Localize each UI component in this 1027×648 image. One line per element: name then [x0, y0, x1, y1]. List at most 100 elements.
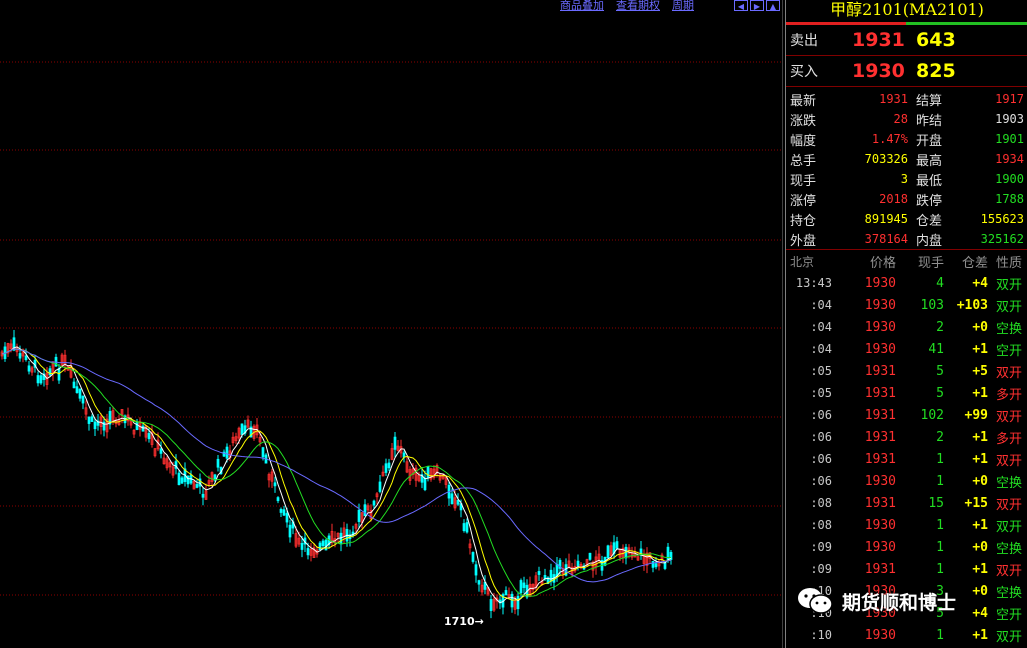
- tick-oi-change: +5: [972, 363, 988, 379]
- stat-key: 跌停: [916, 193, 943, 209]
- candle-body: [81, 395, 85, 404]
- stat-key: 涨停: [790, 193, 817, 209]
- tick-oi-change: +103: [956, 297, 988, 313]
- tick-row[interactable]: :08 1931 15 +15 双开: [786, 492, 1027, 514]
- stat-value: 1901: [995, 132, 1024, 146]
- tick-row[interactable]: :05 1931 5 +1 多开: [786, 382, 1027, 404]
- candlestick-chart[interactable]: [0, 0, 783, 648]
- candle-body: [195, 484, 199, 488]
- tick-nature: 空开: [995, 343, 1022, 359]
- candle-body: [24, 355, 28, 361]
- tick-nature: 双开: [995, 563, 1022, 579]
- candle-body: [450, 493, 454, 505]
- sell-quote-row[interactable]: 卖出 1931 643: [786, 25, 1027, 56]
- stats-row: 涨停 2018 跌停 1788: [786, 189, 1027, 209]
- candle-body: [288, 524, 292, 538]
- tick-row[interactable]: :04 1930 2 +0 空换: [786, 316, 1027, 338]
- tick-volume: 1: [936, 561, 944, 577]
- stat-key: 昨结: [916, 113, 943, 129]
- tick-row[interactable]: :09 1930 1 +0 空换: [786, 536, 1027, 558]
- buy-quote-row[interactable]: 买入 1930 825: [786, 56, 1027, 87]
- tick-row[interactable]: :08 1930 1 +1 双开: [786, 514, 1027, 536]
- candle-body: [465, 522, 469, 533]
- kline-chart-area[interactable]: 商品叠加 查看期权 周期 ◀ ▶ ▲ 1710→: [0, 0, 783, 648]
- tick-row[interactable]: :09 1931 1 +1 双开: [786, 558, 1027, 580]
- candle-body: [522, 582, 526, 588]
- tick-price: 1931: [864, 363, 896, 379]
- tick-price: 1931: [864, 451, 896, 467]
- candle-body: [300, 543, 304, 550]
- candle-body: [282, 509, 286, 516]
- stat-key: 最低: [916, 173, 943, 189]
- header-oi: 仓差: [961, 255, 988, 271]
- stats-row: 外盘 378164 内盘 325162: [786, 229, 1027, 249]
- overlay-commodity-link[interactable]: 商品叠加: [560, 0, 604, 13]
- tick-row[interactable]: :06 1930 1 +0 空换: [786, 470, 1027, 492]
- tick-row[interactable]: :06 1931 2 +1 多开: [786, 426, 1027, 448]
- stats-table: 最新 1931 结算 1917 涨跌 28 昨结 1903 幅度 1.47% 开盘 1901 总手 703…: [786, 87, 1027, 250]
- candle-body: [159, 448, 163, 454]
- tick-price: 1931: [864, 561, 896, 577]
- ma-line-green: [1, 348, 672, 597]
- view-options-link[interactable]: 查看期权: [616, 0, 660, 13]
- tick-row[interactable]: :06 1931 1 +1 双开: [786, 448, 1027, 470]
- tick-volume: 5: [936, 385, 944, 401]
- stat-value: 155623: [980, 212, 1024, 226]
- stats-row: 涨跌 28 昨结 1903: [786, 109, 1027, 129]
- tick-row[interactable]: :10 1930 1 +1 双开: [786, 624, 1027, 646]
- arrow-left-icon[interactable]: ◀: [734, 0, 748, 11]
- chart-toolbar: 商品叠加 查看期权 周期: [560, 0, 694, 13]
- ma-line-blue: [1, 348, 672, 583]
- tick-price: 1931: [864, 407, 896, 423]
- ticks-header: 北京 价格 现手 仓差 性质: [786, 250, 1027, 272]
- candle-body: [90, 416, 94, 422]
- candle-body: [462, 523, 466, 532]
- candle-body: [225, 446, 229, 459]
- candle-body: [588, 552, 592, 560]
- stat-value: 1900: [995, 172, 1024, 186]
- candle-body: [555, 563, 559, 577]
- candle-body: [363, 504, 367, 517]
- tick-time: :06: [810, 474, 832, 488]
- stats-row: 现手 3 最低 1900: [786, 169, 1027, 189]
- candle-body: [384, 463, 388, 473]
- tick-oi-change: +0: [972, 539, 988, 555]
- candle-body: [93, 421, 97, 430]
- stat-key: 现手: [790, 173, 817, 189]
- tick-time: :06: [810, 408, 832, 422]
- tick-time: :04: [810, 320, 832, 334]
- candle-body: [135, 421, 139, 431]
- stat-key: 幅度: [790, 133, 817, 149]
- stat-key: 总手: [790, 153, 817, 169]
- arrow-right-icon[interactable]: ▶: [750, 0, 764, 11]
- arrow-up-icon[interactable]: ▲: [766, 0, 780, 11]
- candle-body: [36, 375, 40, 384]
- tick-time: :06: [810, 452, 832, 466]
- stat-key: 最新: [790, 93, 817, 109]
- tick-volume: 2: [936, 319, 944, 335]
- tick-row[interactable]: :04 1930 103 +103 双开: [786, 294, 1027, 316]
- candle-body: [471, 552, 475, 562]
- tick-volume: 2: [936, 429, 944, 445]
- candle-body: [279, 508, 283, 513]
- stat-key: 外盘: [790, 233, 817, 249]
- tick-nature: 空换: [995, 321, 1022, 337]
- candle-body: [78, 388, 82, 399]
- candle-body: [504, 590, 508, 596]
- candle-body: [141, 425, 145, 432]
- stat-value: 1788: [995, 192, 1024, 206]
- candle-body: [372, 500, 376, 506]
- stat-value: 1931: [879, 92, 908, 106]
- candle-body: [576, 560, 580, 567]
- tick-nature: 双开: [995, 497, 1022, 513]
- tick-nature: 空换: [995, 475, 1022, 491]
- candle-body: [519, 580, 523, 594]
- period-link[interactable]: 周期: [672, 0, 694, 13]
- tick-row[interactable]: :06 1931 102 +99 双开: [786, 404, 1027, 426]
- tick-row[interactable]: :05 1931 5 +5 双开: [786, 360, 1027, 382]
- tick-row[interactable]: 13:43 1930 4 +4 双开: [786, 272, 1027, 294]
- tick-row[interactable]: :04 1930 41 +1 空开: [786, 338, 1027, 360]
- wechat-icon: [796, 586, 834, 616]
- buy-volume: 825: [916, 60, 956, 82]
- stat-key: 开盘: [916, 133, 943, 149]
